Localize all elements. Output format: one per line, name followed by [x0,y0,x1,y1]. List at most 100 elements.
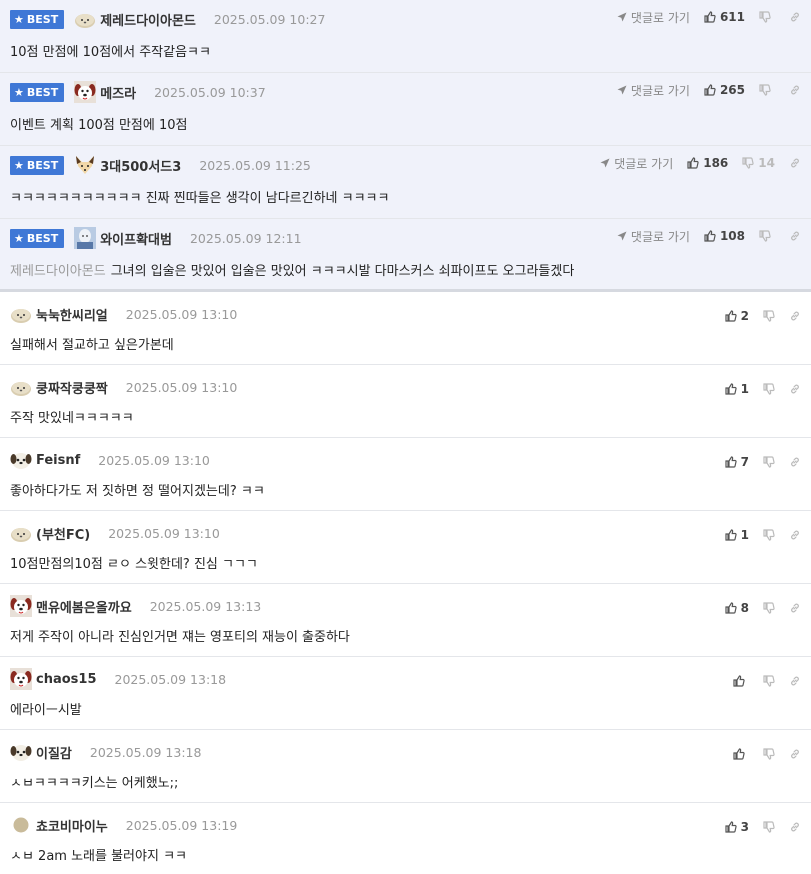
avatar[interactable] [10,741,32,763]
dislike-button[interactable] [759,11,775,23]
like-button[interactable]: 1 [725,528,749,542]
thumbs-up-icon [725,529,737,541]
like-button[interactable]: 265 [704,83,745,97]
comment-body: 10점만점의10점 ㄹㅇ 스윗한데? 진심 ㄱㄱㄱ [10,557,258,572]
thumbs-down-icon [763,310,775,322]
like-button[interactable]: 186 [687,156,728,170]
dislike-button[interactable] [759,230,775,242]
avatar[interactable] [74,8,96,30]
comment-meta: ★ BEST 3대500서드3 2025.05.09 11:25 [10,155,311,175]
comment-body: ㅅㅂ 2am 노래를 불러야지 ㅋㅋ [10,849,187,864]
like-count: 186 [703,156,729,170]
nickname[interactable]: 쵸코비마이누 [36,816,108,835]
share-link-button[interactable] [789,821,801,833]
nickname[interactable]: 제레드다이아몬드 [100,10,196,29]
share-link-button[interactable] [789,456,801,468]
like-button[interactable]: 611 [704,10,745,24]
thumbs-down-icon [759,230,771,242]
dislike-button[interactable] [763,821,775,833]
go-to-reply-link[interactable]: 댓글로 가기 [600,155,673,172]
nickname[interactable]: 3대500서드3 [100,156,181,175]
dislike-button[interactable] [763,602,775,614]
like-button[interactable]: 2 [725,309,749,323]
like-button[interactable]: 108 [704,229,745,243]
nickname[interactable]: chaos15 [36,672,97,687]
avatar[interactable] [74,154,96,176]
dislike-button[interactable] [763,675,775,687]
avatar[interactable] [10,595,32,617]
thumbs-down-icon [763,529,775,541]
dislike-count: 14 [758,156,775,170]
comment-actions: 3 [711,818,801,836]
nickname[interactable]: 쿵짜작쿵쿵짝 [36,378,108,397]
thumbs-down-icon [759,11,771,23]
share-link-button[interactable] [789,602,801,614]
avatar[interactable] [10,449,32,471]
link-icon [789,11,801,23]
share-link-button[interactable] [789,84,801,96]
comment-meta: 눅눅한씨리얼 2025.05.09 13:10 [10,304,237,324]
thumbs-up-icon [704,11,716,23]
link-icon [789,456,801,468]
comment-text: 저게 주작이 아니라 진심인거면 쟤는 영포티의 재능이 출중하다 [10,626,350,645]
share-link-button[interactable] [789,157,801,169]
dislike-button[interactable]: 14 [742,156,775,170]
like-button[interactable]: 8 [725,601,749,615]
comment-meta: ★ BEST 제레드다이아몬드 2025.05.09 10:27 [10,9,325,29]
share-link-button[interactable] [789,383,801,395]
like-button[interactable]: 1 [725,382,749,396]
nickname[interactable]: 눅눅한씨리얼 [36,305,108,324]
link-icon [789,310,801,322]
avatar[interactable] [10,303,32,325]
go-to-reply-link[interactable]: 댓글로 가기 [617,228,690,245]
link-icon [789,602,801,614]
share-link-button[interactable] [789,310,801,322]
dislike-button[interactable] [763,529,775,541]
like-button[interactable]: 3 [725,820,749,834]
share-link-button[interactable] [789,529,801,541]
nickname[interactable]: Feisnf [36,453,80,468]
like-button[interactable]: 7 [725,455,749,469]
share-link-button[interactable] [789,675,801,687]
go-to-reply-link[interactable]: 댓글로 가기 [617,9,690,26]
dislike-button[interactable] [759,84,775,96]
comment: 맨유에봄은올까요 2025.05.09 13:13 8 저게 주작이 아니라 진심인거… [0,584,811,657]
nickname[interactable]: 와이프확대범 [100,229,172,248]
avatar[interactable] [10,376,32,398]
avatar[interactable] [10,522,32,544]
reply-target[interactable]: 제레드다이아몬드 [10,264,106,279]
thumbs-up-icon [687,157,699,169]
star-icon: ★ [14,231,24,245]
comment-body: 실패해서 절교하고 싶은가본데 [10,338,174,353]
share-link-button[interactable] [789,11,801,23]
dislike-button[interactable] [763,748,775,760]
best-badge: ★ BEST [10,228,65,248]
go-to-reply-link[interactable]: 댓글로 가기 [617,82,690,99]
nickname[interactable]: 메즈라 [100,83,136,102]
comment-meta: 맨유에봄은올까요 2025.05.09 13:13 [10,595,261,617]
like-button[interactable] [733,675,749,687]
comment-text: ㅋㅋㅋㅋㅋㅋㅋㅋㅋㅋㅋ 진짜 찐따들은 생각이 남다르긴하네 ㅋㅋㅋㅋ [10,187,389,206]
avatar[interactable] [10,814,32,836]
nickname[interactable]: 이질감 [36,743,72,762]
share-link-button[interactable] [789,748,801,760]
share-link-button[interactable] [789,230,801,242]
avatar[interactable] [74,227,97,249]
best-comment: ★ BEST 메즈라 2025.05.09 10:37 댓글로 가기 265 이벤트 계획 … [0,73,811,146]
avatar[interactable] [10,668,32,690]
comment-body: 주작 맛있네ㅋㅋㅋㅋㅋ [10,411,134,426]
nickname[interactable]: 맨유에봄은올까요 [36,597,132,616]
dislike-button[interactable] [763,383,775,395]
dislike-button[interactable] [763,456,775,468]
like-button[interactable] [733,748,749,760]
reply-label: 댓글로 가기 [630,229,690,244]
dislike-button[interactable] [763,310,775,322]
thumbs-up-icon [704,84,716,96]
comment-meta: 이질감 2025.05.09 13:18 [10,742,201,762]
thumbs-up-icon [725,383,737,395]
nickname[interactable]: (부천FC) [36,524,90,543]
like-count: 1 [740,528,749,542]
avatar[interactable] [74,81,97,103]
comment-meta: Feisnf 2025.05.09 13:10 [10,450,210,470]
comment-actions: 7 [711,453,801,471]
